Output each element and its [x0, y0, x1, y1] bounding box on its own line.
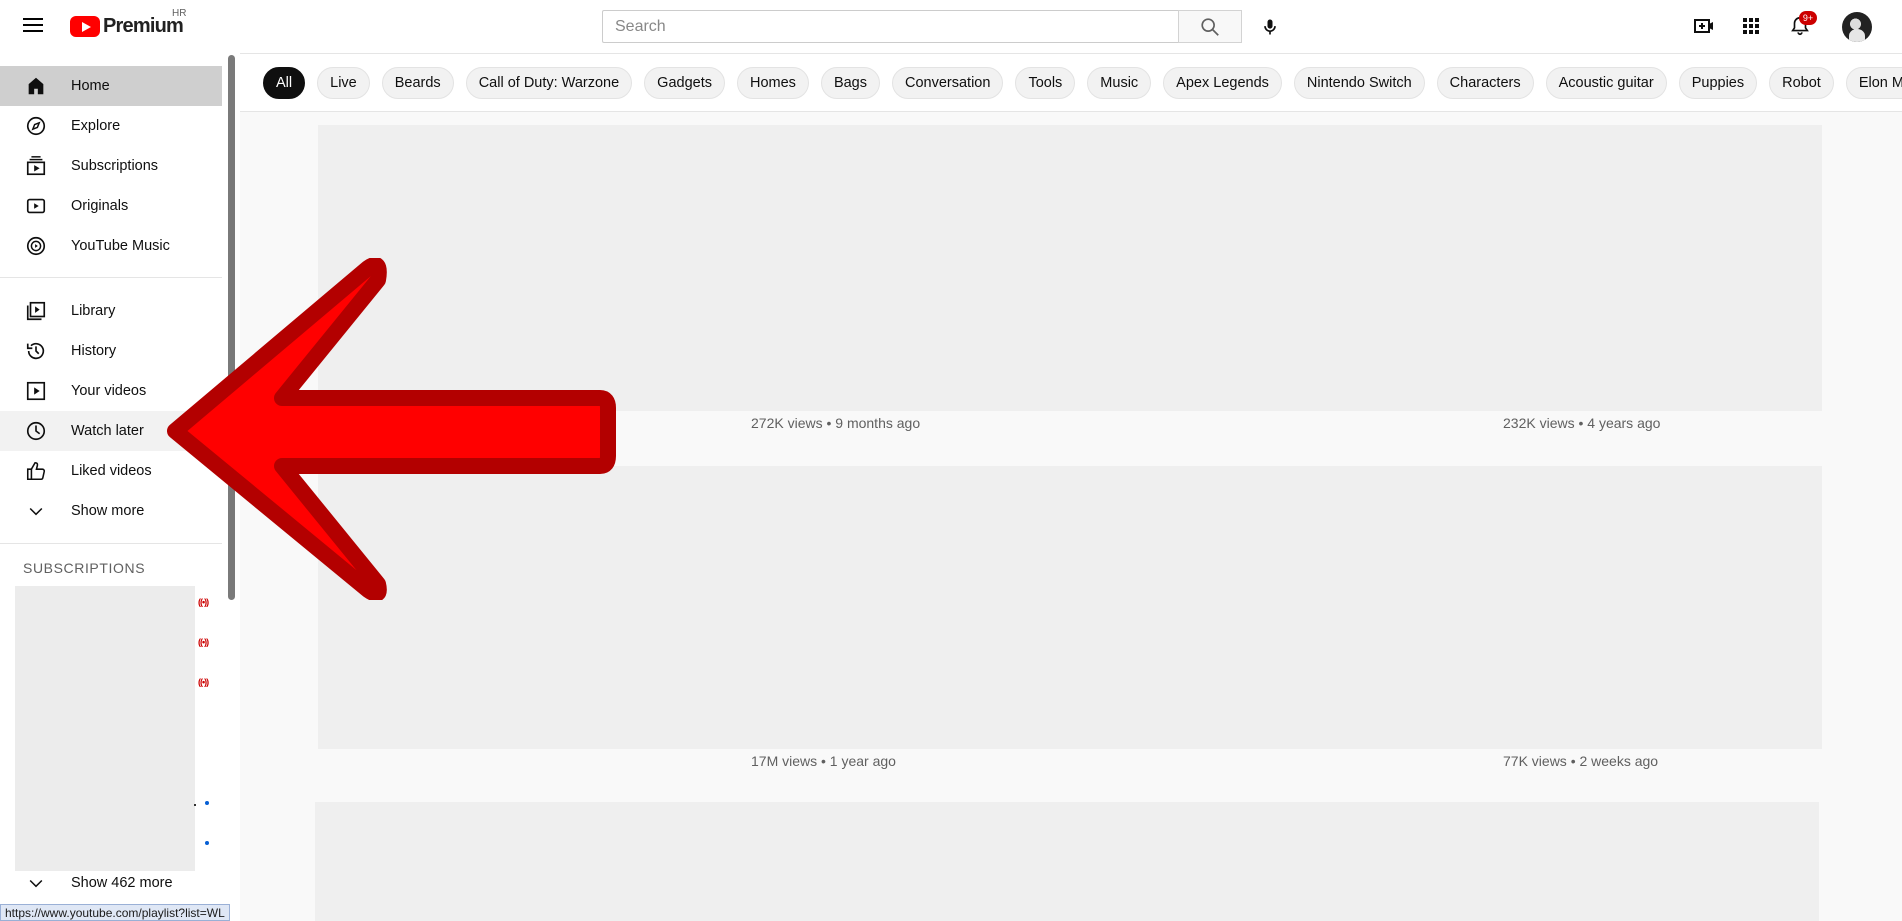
chip-bags[interactable]: Bags — [820, 67, 880, 99]
new-content-dot — [205, 801, 209, 805]
chip-list: All Live Beards Call of Duty: Warzone Gadget… — [263, 67, 1902, 99]
notification-badge: 9+ — [1799, 11, 1817, 25]
chip-conversation[interactable]: Conversation — [892, 67, 1004, 99]
chevron-down-icon — [24, 871, 48, 895]
sidebar-item-explore[interactable]: Explore — [0, 106, 222, 146]
sidebar-item-originals[interactable]: Originals — [0, 186, 222, 226]
compass-icon — [24, 114, 48, 138]
country-code: HR — [172, 8, 187, 19]
your-videos-icon — [24, 379, 48, 403]
sidebar-item-label: Library — [71, 303, 116, 319]
home-icon — [24, 74, 48, 98]
avatar[interactable] — [1842, 12, 1872, 42]
apps-button[interactable] — [1737, 12, 1765, 40]
sidebar-item-label: Originals — [71, 198, 129, 214]
voice-search-button[interactable] — [1254, 11, 1286, 43]
sidebar-item-label: YouTube Music — [71, 238, 170, 254]
filter-chip-bar: All Live Beards Call of Duty: Warzone Gadget… — [240, 53, 1902, 112]
subscription-list-placeholder[interactable] — [15, 586, 195, 871]
sidebar-show-more-subscriptions[interactable]: Show 462 more — [0, 863, 222, 903]
chip-tools[interactable]: Tools — [1015, 67, 1076, 99]
hamburger-menu-icon[interactable] — [20, 14, 46, 36]
chip-apex-legends[interactable]: Apex Legends — [1163, 67, 1282, 99]
chip-all[interactable]: All — [263, 67, 306, 99]
sidebar-item-label: Watch later — [71, 423, 144, 439]
library-icon — [24, 299, 48, 323]
video-meta: 272K views • 9 months ago — [751, 415, 921, 431]
chip-puppies[interactable]: Puppies — [1678, 67, 1758, 99]
chip-characters[interactable]: Characters — [1436, 67, 1534, 99]
chip-nintendo-switch[interactable]: Nintendo Switch — [1293, 67, 1425, 99]
search-input[interactable]: Search — [602, 10, 1178, 43]
sidebar-item-label: History — [71, 343, 117, 359]
notifications-button[interactable]: 9+ — [1786, 11, 1817, 40]
thumbs-up-icon — [24, 459, 48, 483]
search-icon — [1201, 17, 1219, 36]
subscriptions-icon — [24, 154, 48, 178]
logo-text: Premium — [103, 14, 184, 37]
chip-beards[interactable]: Beards — [381, 67, 454, 99]
sidebar-item-subscriptions[interactable]: Subscriptions — [0, 146, 222, 186]
status-bar-url: https://www.youtube.com/playlist?list=WL — [0, 904, 230, 921]
chip-music[interactable]: Music — [1087, 67, 1152, 99]
live-indicator-icon: ((•)) — [198, 677, 209, 687]
live-indicator-icon: ((•)) — [198, 637, 209, 647]
chip-acoustic-guitar[interactable]: Acoustic guitar — [1545, 67, 1667, 99]
sidebar-item-label: Subscriptions — [71, 158, 159, 174]
chevron-down-icon — [24, 499, 48, 523]
sidebar-item-label: Show 462 more — [71, 875, 173, 891]
subscriptions-section-title: SUBSCRIPTIONS — [23, 560, 146, 576]
apps-grid-icon — [1743, 18, 1759, 34]
chip-call-of-duty-warzone[interactable]: Call of Duty: Warzone — [465, 67, 633, 99]
youtube-app: Premium HR Search 9+ Home Explore Subscr… — [0, 0, 1902, 921]
clock-icon — [24, 419, 48, 443]
sidebar-item-label: Liked videos — [71, 463, 152, 479]
top-bar: Premium HR Search 9+ — [0, 0, 1902, 53]
sidebar-item-label: Explore — [71, 118, 121, 134]
history-icon — [24, 339, 48, 363]
video-meta: 77K views • 2 weeks ago — [1503, 753, 1659, 769]
search-button[interactable] — [1178, 10, 1242, 43]
originals-play-icon — [24, 194, 48, 218]
youtube-premium-logo[interactable]: Premium — [70, 13, 184, 39]
chip-live[interactable]: Live — [317, 67, 370, 99]
video-thumbnail-row[interactable] — [315, 802, 1819, 921]
red-arrow-annotation — [167, 258, 616, 600]
sidebar-item-label: Your videos — [71, 383, 147, 399]
chip-gadgets[interactable]: Gadgets — [644, 67, 725, 99]
video-meta: 232K views • 4 years ago — [1503, 415, 1661, 431]
youtube-play-icon — [70, 15, 100, 37]
sidebar-item-label: Show more — [71, 503, 145, 519]
microphone-icon — [1264, 19, 1276, 35]
chip-homes[interactable]: Homes — [737, 67, 809, 99]
arrow-shape — [167, 258, 616, 600]
music-disc-icon — [24, 234, 48, 258]
chip-robot[interactable]: Robot — [1769, 67, 1834, 99]
video-meta: 17M views • 1 year ago — [751, 753, 896, 769]
sidebar-item-home[interactable]: Home — [0, 66, 222, 106]
chip-elon-musk[interactable]: Elon Musk — [1845, 67, 1902, 99]
small-mark — [194, 804, 196, 806]
new-content-dot — [205, 841, 209, 845]
sidebar-item-label: Home — [71, 78, 110, 94]
create-button[interactable] — [1690, 12, 1718, 40]
create-video-icon — [1694, 19, 1713, 33]
